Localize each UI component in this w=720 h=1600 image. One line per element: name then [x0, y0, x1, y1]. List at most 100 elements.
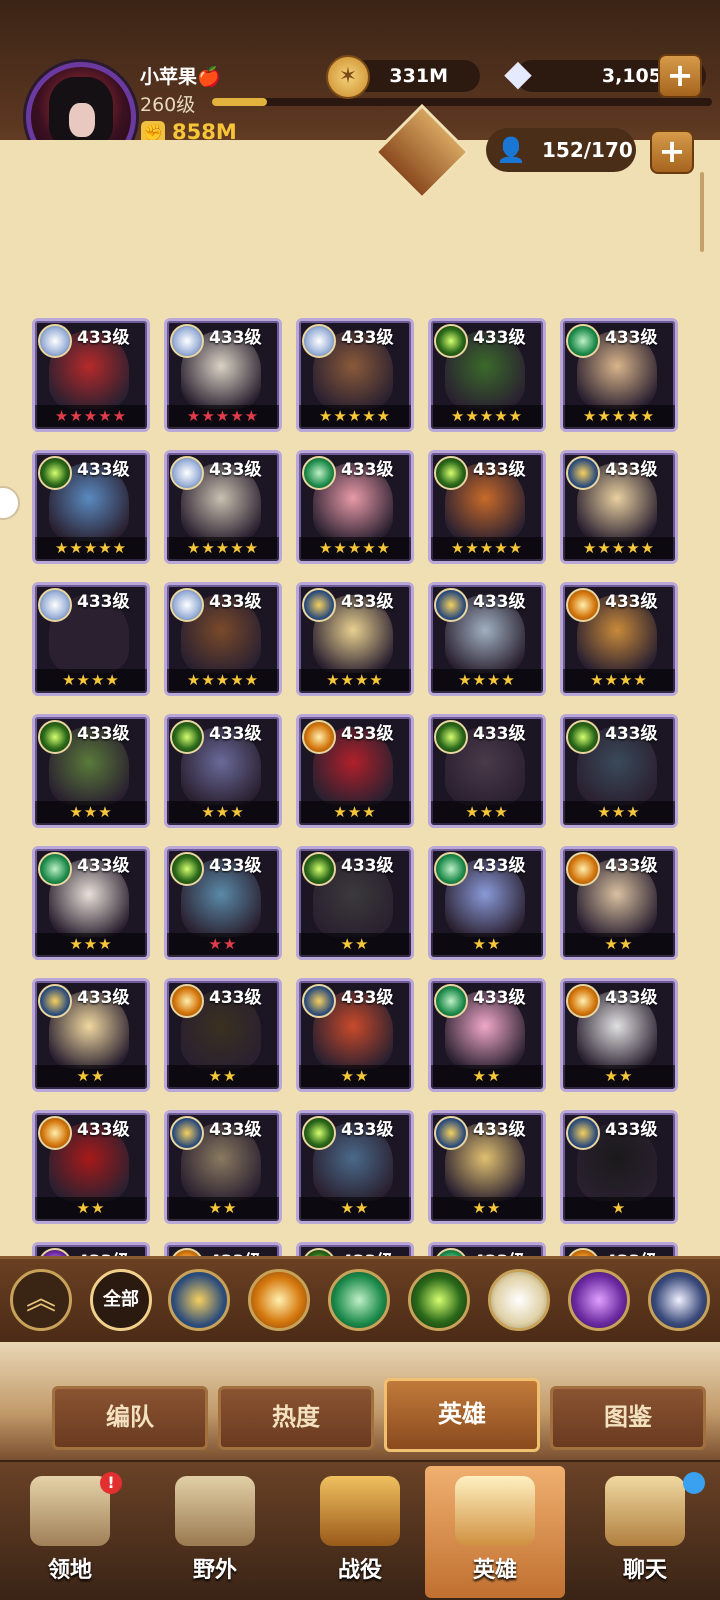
hero-card[interactable]: 433级 ★★★★★	[428, 450, 546, 564]
nav-chat[interactable]: 聊天	[575, 1466, 715, 1598]
graveborn-faction-icon	[38, 1116, 72, 1150]
wilder-filter-icon[interactable]	[328, 1269, 390, 1331]
hero-card[interactable]: 433级 ★★★	[164, 714, 282, 828]
expand-roster-button[interactable]: +	[650, 130, 694, 174]
hero-card[interactable]: 433级 ★★	[164, 978, 282, 1092]
nav-heroes[interactable]: 英雄	[425, 1466, 565, 1598]
chat-icon	[605, 1476, 685, 1546]
hero-card[interactable]: 433级 ★★★	[560, 714, 678, 828]
hero-stars: ★★	[604, 1067, 634, 1085]
scrollbar[interactable]	[700, 172, 704, 252]
hero-stars: ★★★★	[458, 671, 516, 689]
hero-card[interactable]: 433级 ★★★★★	[164, 318, 282, 432]
nav-label: 英雄	[472, 1558, 517, 1583]
hero-stars: ★★★	[201, 803, 245, 821]
hero-card[interactable]: 433级 ★★★★★	[560, 318, 678, 432]
celestial-faction-icon	[38, 588, 72, 622]
notification-dot	[683, 1472, 705, 1494]
hero-card[interactable]: 433级 ★★	[560, 978, 678, 1092]
hero-card[interactable]: 433级 ★★	[560, 846, 678, 960]
tab-popularity[interactable]: 热度	[218, 1386, 374, 1450]
graveborn-faction-icon	[170, 984, 204, 1018]
nav-campaign[interactable]: 战役	[290, 1466, 430, 1598]
hero-level: 433级	[341, 1120, 394, 1140]
hero-level: 433级	[473, 592, 526, 612]
hero-card[interactable]: 433级 ★★★★★	[164, 450, 282, 564]
hero-card[interactable]: 433级 ★★★★★	[296, 450, 414, 564]
hero-stars: ★★	[208, 1199, 238, 1217]
hero-card[interactable]: 433级 ★★	[296, 1110, 414, 1224]
hero-level: 433级	[473, 988, 526, 1008]
hero-level: 433级	[341, 328, 394, 348]
graveborn-filter-icon[interactable]	[248, 1269, 310, 1331]
hypogean-filter-icon[interactable]	[568, 1269, 630, 1331]
hero-card[interactable]: 433级 ★★	[428, 978, 546, 1092]
nav-label: 领地	[47, 1558, 92, 1583]
hero-card[interactable]: 433级 ★★	[428, 846, 546, 960]
tab-heroes[interactable]: 英雄	[384, 1378, 540, 1452]
wilder-faction-icon	[302, 456, 336, 490]
hero-card[interactable]: 433级 ★★★★★	[560, 450, 678, 564]
hero-level: 433级	[605, 724, 658, 744]
hero-card[interactable]: 433级 ★★★	[32, 846, 150, 960]
hero-level: 433级	[209, 1120, 262, 1140]
gold-counter: ✶ 331M	[326, 55, 480, 99]
celestial-faction-icon	[170, 324, 204, 358]
nav-territory[interactable]: ! 领地	[0, 1466, 140, 1598]
lightbearer-faction-icon	[566, 456, 600, 490]
bottom-navigation: ! 领地 野外 战役 英雄 聊天	[0, 1462, 720, 1600]
mauler-faction-icon	[434, 324, 468, 358]
celestial-faction-icon	[38, 324, 72, 358]
hero-stars: ★★★	[465, 803, 509, 821]
tab-codex[interactable]: 图鉴	[550, 1386, 706, 1450]
hero-card[interactable]: 433级 ★★★★	[296, 582, 414, 696]
hero-card[interactable]: 433级 ★★★★★	[32, 450, 150, 564]
lightbearer-faction-icon	[434, 1116, 468, 1150]
hero-card[interactable]: 433级 ★★★★	[560, 582, 678, 696]
hero-card[interactable]: 433级 ★★★★★	[296, 318, 414, 432]
hero-stars: ★★★★★	[450, 407, 524, 425]
hero-level: 433级	[341, 724, 394, 744]
hero-card[interactable]: 433级 ★★	[164, 846, 282, 960]
person-icon: 👤	[496, 136, 526, 164]
dimensional-filter-icon[interactable]	[648, 1269, 710, 1331]
scroll-map-icon	[175, 1476, 255, 1546]
nav-wild[interactable]: 野外	[145, 1466, 285, 1598]
double-chevron-up-icon[interactable]: ︽	[10, 1269, 72, 1331]
hero-card[interactable]: 433级 ★★★★★	[428, 318, 546, 432]
hero-level: 433级	[77, 460, 130, 480]
side-float-button[interactable]	[0, 486, 20, 520]
lightbearer-faction-icon	[38, 984, 72, 1018]
mauler-faction-icon	[302, 852, 336, 886]
celestial-filter-icon[interactable]	[488, 1269, 550, 1331]
hero-stars: ★★	[472, 1199, 502, 1217]
hero-card[interactable]: 433级 ★★★★	[428, 582, 546, 696]
tab-formation[interactable]: 编队	[52, 1386, 208, 1450]
hero-level: 433级	[341, 856, 394, 876]
hero-card[interactable]: 433级 ★★★	[32, 714, 150, 828]
graveborn-faction-icon	[566, 588, 600, 622]
hero-level: 433级	[605, 856, 658, 876]
nav-label: 聊天	[622, 1558, 667, 1583]
hero-card[interactable]: 433级 ★★	[32, 1110, 150, 1224]
buy-gems-button[interactable]: +	[658, 54, 702, 98]
hero-card[interactable]: 433级 ★★★★	[32, 582, 150, 696]
xp-bar	[212, 98, 712, 106]
hero-card[interactable]: 433级 ★★	[164, 1110, 282, 1224]
nav-label: 野外	[192, 1558, 237, 1583]
mauler-filter-icon[interactable]	[408, 1269, 470, 1331]
lightbearer-filter-icon[interactable]	[168, 1269, 230, 1331]
graveborn-faction-icon	[302, 720, 336, 754]
hero-card[interactable]: 433级 ★★★	[296, 714, 414, 828]
hero-card[interactable]: 433级 ★★	[296, 846, 414, 960]
hero-card[interactable]: 433级 ★★★	[428, 714, 546, 828]
hero-card[interactable]: 433级 ★★★★★	[164, 582, 282, 696]
hero-card[interactable]: 433级 ★	[560, 1110, 678, 1224]
hero-card[interactable]: 433级 ★★★★★	[32, 318, 150, 432]
hero-level: 433级	[473, 460, 526, 480]
hero-card[interactable]: 433级 ★★	[428, 1110, 546, 1224]
hero-level: 433级	[473, 1120, 526, 1140]
filter-all-button[interactable]: 全部	[90, 1269, 152, 1331]
hero-card[interactable]: 433级 ★★	[32, 978, 150, 1092]
hero-card[interactable]: 433级 ★★	[296, 978, 414, 1092]
